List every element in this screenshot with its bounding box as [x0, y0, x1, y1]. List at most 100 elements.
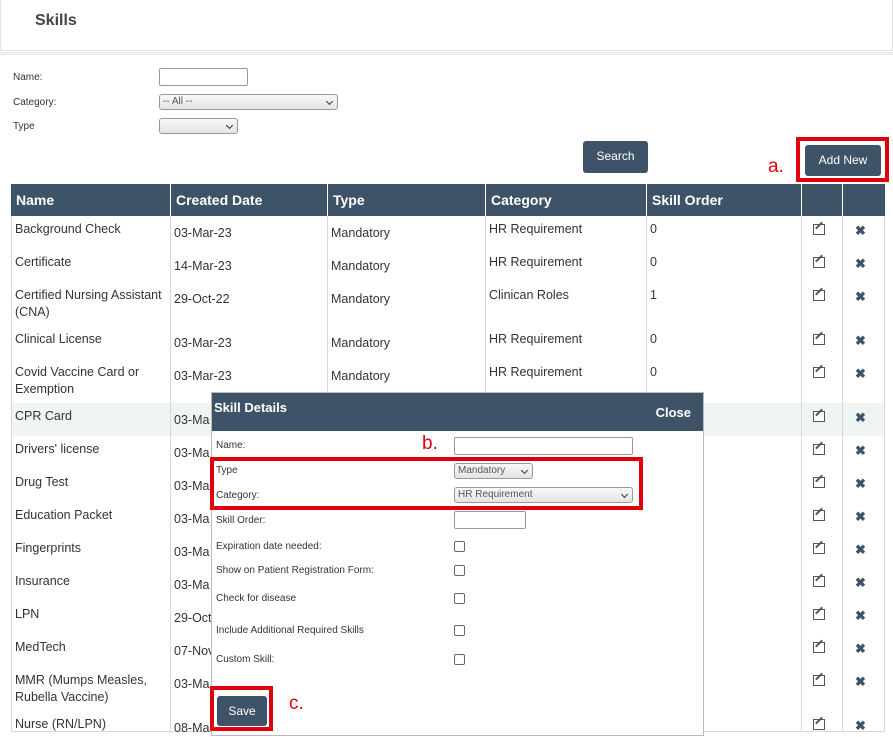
delete-icon[interactable]: ✖	[855, 510, 866, 523]
col-header-category[interactable]: Category	[486, 184, 647, 216]
edit-icon[interactable]	[813, 642, 825, 653]
table-row[interactable]: Background Check 03-Mar-23 Mandatory HR Req…	[11, 216, 885, 250]
col-header-created-date[interactable]: Created Date	[171, 184, 328, 216]
cell-name: Education Packet	[11, 502, 171, 535]
modal-patient-form-checkbox[interactable]	[454, 565, 465, 576]
col-header-name[interactable]: Name	[11, 184, 171, 216]
col-header-skill-order[interactable]: Skill Order	[647, 184, 802, 216]
modal-close-button[interactable]: Close	[656, 405, 691, 420]
table-row[interactable]: Clinical License 03-Mar-23 Mandatory HR Req…	[11, 326, 885, 360]
edit-icon[interactable]	[813, 609, 825, 620]
cell-name: LPN	[11, 601, 171, 634]
cell-date: 29-Oct-22	[171, 282, 328, 326]
header-divider	[0, 52, 893, 55]
cell-edit	[802, 282, 843, 326]
delete-icon[interactable]: ✖	[855, 675, 866, 688]
cell-category: HR Requirement	[486, 216, 647, 249]
edit-icon[interactable]	[813, 224, 825, 235]
delete-icon[interactable]: ✖	[855, 411, 866, 424]
delete-icon[interactable]: ✖	[855, 367, 866, 380]
delete-icon[interactable]: ✖	[855, 609, 866, 622]
cell-name: Background Check	[11, 216, 171, 249]
cell-delete: ✖	[843, 326, 885, 359]
cell-name: Fingerprints	[11, 535, 171, 568]
table-row[interactable]: Certified Nursing Assistant (CNA) 29-Oct-…	[11, 282, 885, 327]
cell-name: Certificate	[11, 249, 171, 282]
cell-order: 0	[647, 216, 802, 249]
modal-name-input[interactable]	[454, 437, 633, 455]
modal-skill-order-input[interactable]	[454, 511, 526, 529]
cell-order: 0	[647, 249, 802, 282]
table-header: Name Created Date Type Category Skill Or…	[11, 184, 885, 216]
cell-edit	[802, 403, 843, 436]
annotation-a: a.	[768, 156, 784, 177]
cell-name: Nurse (RN/LPN)	[11, 711, 171, 731]
delete-icon[interactable]: ✖	[855, 290, 866, 303]
edit-icon[interactable]	[813, 367, 825, 378]
cell-edit	[802, 568, 843, 601]
modal-expiration-checkbox[interactable]	[454, 541, 465, 552]
chevron-down-icon	[225, 121, 234, 130]
filter-type-select[interactable]	[159, 118, 238, 134]
cell-delete: ✖	[843, 535, 885, 568]
edit-icon[interactable]	[813, 257, 825, 268]
table-row[interactable]: Certificate 14-Mar-23 Mandatory HR Requirem…	[11, 249, 885, 283]
modal-disease-label: Check for disease	[216, 593, 297, 604]
cell-edit	[802, 359, 843, 403]
cell-delete: ✖	[843, 436, 885, 469]
skill-details-modal: Skill Details Close Name: Type Mandatory…	[211, 392, 704, 736]
edit-icon[interactable]	[813, 576, 825, 587]
cell-date: 03-Mar-23	[171, 326, 328, 359]
cell-delete: ✖	[843, 634, 885, 667]
modal-disease-checkbox[interactable]	[454, 593, 465, 604]
cell-edit	[802, 469, 843, 502]
cell-delete: ✖	[843, 667, 885, 711]
edit-icon[interactable]	[813, 290, 825, 301]
cell-edit	[802, 216, 843, 249]
delete-icon[interactable]: ✖	[855, 257, 866, 270]
cell-delete: ✖	[843, 216, 885, 249]
cell-name: MMR (Mumps Measles, Rubella Vaccine)	[11, 667, 171, 711]
search-button[interactable]: Search	[583, 141, 648, 173]
delete-icon[interactable]: ✖	[855, 477, 866, 490]
annotation-c: c.	[289, 693, 304, 714]
edit-icon[interactable]	[813, 543, 825, 554]
modal-additional-label: Include Additional Required Skills	[216, 625, 364, 636]
modal-custom-checkbox[interactable]	[454, 654, 465, 665]
delete-icon[interactable]: ✖	[855, 642, 866, 655]
delete-icon[interactable]: ✖	[855, 719, 866, 732]
modal-additional-checkbox[interactable]	[454, 625, 465, 636]
edit-icon[interactable]	[813, 411, 825, 422]
cell-type: Mandatory	[328, 249, 486, 282]
delete-icon[interactable]: ✖	[855, 444, 866, 457]
cell-name: Drug Test	[11, 469, 171, 502]
filter-name-input[interactable]	[159, 68, 248, 86]
col-header-type[interactable]: Type	[328, 184, 486, 216]
filter-category-select[interactable]: -- All --	[159, 94, 338, 110]
cell-delete: ✖	[843, 249, 885, 282]
edit-icon[interactable]	[813, 675, 825, 686]
cell-type: Mandatory	[328, 326, 486, 359]
edit-icon[interactable]	[813, 444, 825, 455]
edit-icon[interactable]	[813, 510, 825, 521]
chevron-down-icon	[325, 97, 334, 106]
delete-icon[interactable]: ✖	[855, 543, 866, 556]
cell-delete: ✖	[843, 282, 885, 326]
cell-name: Covid Vaccine Card or Exemption	[11, 359, 171, 403]
cell-delete: ✖	[843, 469, 885, 502]
highlight-box-type-category	[210, 457, 643, 510]
delete-icon[interactable]: ✖	[855, 224, 866, 237]
cell-category: HR Requirement	[486, 249, 647, 282]
page-title: Skills	[35, 12, 77, 29]
highlight-box-save	[210, 686, 273, 731]
edit-icon[interactable]	[813, 477, 825, 488]
edit-icon[interactable]	[813, 334, 825, 345]
cell-type: Mandatory	[328, 282, 486, 326]
filter-name-label: Name:	[13, 72, 43, 83]
filter-category-label: Category:	[13, 97, 57, 108]
delete-icon[interactable]: ✖	[855, 576, 866, 589]
delete-icon[interactable]: ✖	[855, 334, 866, 347]
edit-icon[interactable]	[813, 719, 825, 730]
cell-edit	[802, 436, 843, 469]
cell-edit	[802, 601, 843, 634]
